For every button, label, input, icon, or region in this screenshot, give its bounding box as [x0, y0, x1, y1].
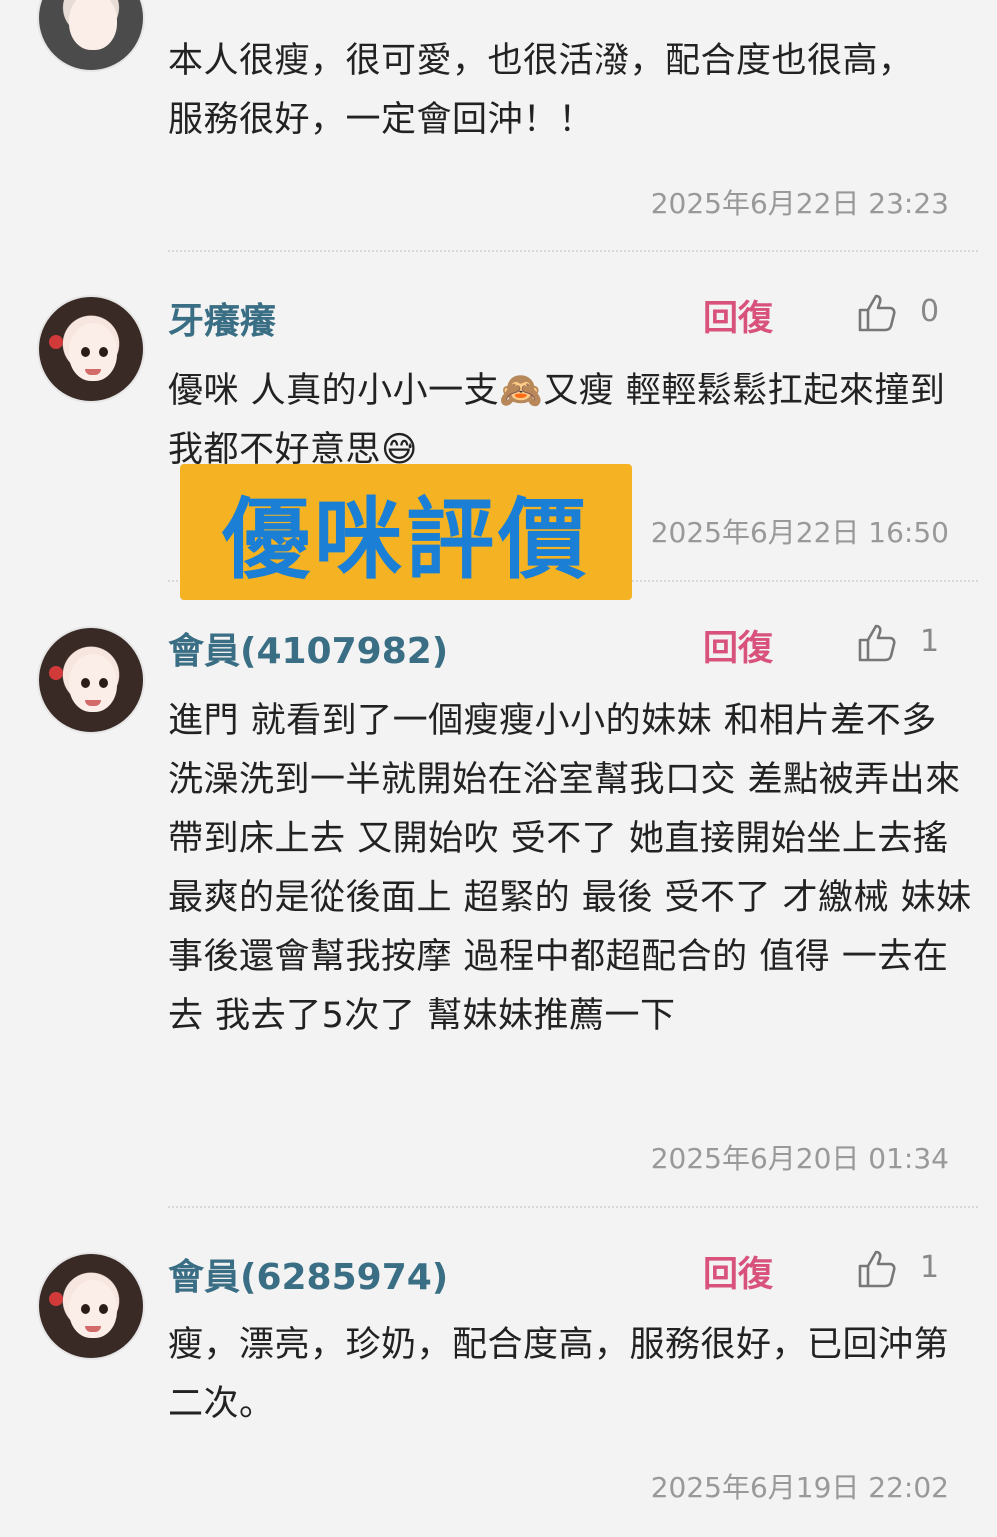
- comment-username[interactable]: 會員(6285974): [168, 1248, 448, 1300]
- thumbs-up-icon[interactable]: [856, 292, 898, 334]
- comment-text: 本人很瘦，很可愛，也很活潑，配合度也很高，服務很好，一定會回沖！！: [168, 41, 914, 140]
- reply-button[interactable]: 回復: [703, 290, 773, 341]
- comment-text: 進門 就看到了一個瘦瘦小小的妹妹 和相片差不多 洗澡洗到一半就開始在浴室幫我口交…: [168, 701, 972, 1036]
- comment-list: 本人很瘦，很可愛，也很活潑，配合度也很高，服務很好，一定會回沖！！ 2025年6…: [0, 0, 997, 1537]
- divider: [168, 250, 978, 252]
- overlay-badge: 優咪評價: [180, 464, 632, 600]
- divider: [168, 1206, 978, 1208]
- thumbs-up-icon[interactable]: [856, 622, 898, 664]
- avatar[interactable]: [37, 626, 145, 734]
- like-count: 1: [920, 1250, 940, 1285]
- like-count: 0: [920, 294, 940, 329]
- like-count: 1: [920, 624, 940, 659]
- comment-username[interactable]: 會員(4107982): [168, 622, 448, 674]
- comment-timestamp: 2025年6月22日 23:23: [650, 187, 949, 220]
- comment-username[interactable]: 牙癢癢: [168, 292, 276, 344]
- reply-button[interactable]: 回復: [703, 620, 773, 671]
- reply-button[interactable]: 回復: [703, 1246, 773, 1297]
- comment-timestamp: 2025年6月22日 16:50: [650, 516, 949, 549]
- comment-text: 優咪 人真的小小一支🙈又瘦 輕輕鬆鬆扛起來撞到我都不好意思😅: [168, 371, 946, 470]
- comment-text: 瘦，漂亮，珍奶，配合度高，服務很好，已回沖第二次。: [168, 1325, 950, 1424]
- avatar[interactable]: [37, 295, 145, 403]
- comment-timestamp: 2025年6月19日 22:02: [650, 1471, 949, 1504]
- avatar[interactable]: [37, 0, 145, 72]
- overlay-badge-text: 優咪評價: [221, 487, 590, 591]
- avatar[interactable]: [37, 1252, 145, 1360]
- thumbs-up-icon[interactable]: [856, 1248, 898, 1290]
- comment-timestamp: 2025年6月20日 01:34: [650, 1142, 949, 1175]
